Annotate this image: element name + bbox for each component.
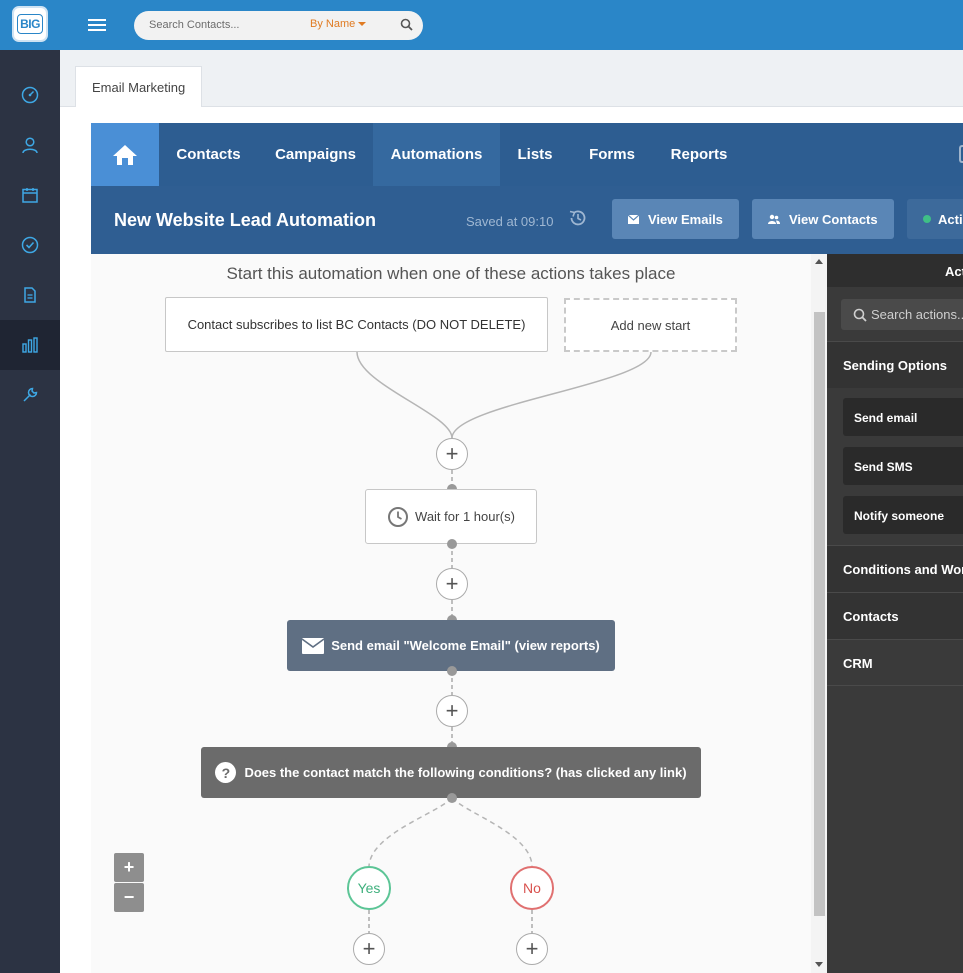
connector-dot <box>447 793 457 803</box>
sidebar-marketing[interactable] <box>0 320 60 370</box>
home-icon <box>113 144 137 165</box>
add-step-button[interactable]: + <box>436 568 468 600</box>
section-crm[interactable]: CRM <box>827 639 963 686</box>
check-circle-icon <box>21 236 39 254</box>
section-conditions-workflow[interactable]: Conditions and Wor <box>827 545 963 592</box>
tab-email-marketing[interactable]: Email Marketing <box>75 66 202 107</box>
actions-search-input[interactable]: Search actions... <box>841 299 963 330</box>
add-step-button[interactable]: + <box>436 438 468 470</box>
document-icon <box>24 287 36 303</box>
question-icon: ? <box>215 762 237 783</box>
caret-down-icon <box>358 22 367 27</box>
envelope-icon <box>628 214 639 224</box>
search-scope-dropdown[interactable]: By Name <box>310 18 367 30</box>
actions-search-placeholder: Search actions... <box>871 307 963 322</box>
no-branch[interactable]: No <box>510 866 554 910</box>
nav-overflow-icon[interactable] <box>959 145 963 163</box>
connector-dot <box>447 666 457 676</box>
wait-step-node[interactable]: Wait for 1 hour(s) <box>365 489 537 544</box>
search-scope-label: By Name <box>310 18 356 30</box>
view-contacts-label: View Contacts <box>789 211 878 227</box>
home-button[interactable] <box>91 123 159 186</box>
search-icon[interactable] <box>400 18 414 32</box>
scrollbar-thumb[interactable] <box>814 312 825 916</box>
clock-icon <box>388 506 409 527</box>
send-email-step-label: Send email "Welcome Email" (view reports… <box>331 638 600 653</box>
dashboard-icon <box>21 86 39 104</box>
add-step-no-button[interactable]: + <box>516 933 548 965</box>
active-toggle-button[interactable]: Acti <box>907 199 963 239</box>
active-status-dot <box>923 215 931 223</box>
action-send-email[interactable]: Send email <box>843 398 963 436</box>
canvas-scrollbar[interactable] <box>811 254 827 973</box>
history-icon[interactable] <box>568 208 588 233</box>
nav-reports[interactable]: Reports <box>654 123 744 186</box>
canvas-heading: Start this automation when one of these … <box>226 264 676 283</box>
users-icon <box>768 214 780 224</box>
user-icon <box>22 137 38 154</box>
wait-step-label: Wait for 1 hour(s) <box>415 509 515 524</box>
automation-header: New Website Lead Automation Saved at 09:… <box>91 186 963 254</box>
sidebar-documents[interactable] <box>0 270 60 320</box>
automation-canvas[interactable]: Start this automation when one of these … <box>91 254 811 973</box>
automation-title[interactable]: New Website Lead Automation <box>114 210 376 231</box>
action-notify-someone[interactable]: Notify someone <box>843 496 963 534</box>
nav-lists[interactable]: Lists <box>500 123 570 186</box>
zoom-out-button[interactable]: − <box>114 883 144 912</box>
envelope-icon <box>302 637 325 654</box>
search-placeholder: Search Contacts... <box>149 19 240 31</box>
add-new-start-button[interactable]: Add new start <box>564 298 737 352</box>
sidebar-contacts[interactable] <box>0 120 60 170</box>
nav-contacts[interactable]: Contacts <box>159 123 258 186</box>
start-trigger-node[interactable]: Contact subscribes to list BC Contacts (… <box>165 297 548 352</box>
sidebar-settings[interactable] <box>0 370 60 420</box>
yes-branch[interactable]: Yes <box>347 866 391 910</box>
section-sending-options[interactable]: Sending Options <box>827 341 963 388</box>
zoom-in-button[interactable]: + <box>114 853 144 882</box>
search-icon <box>853 308 867 322</box>
condition-step-node[interactable]: ? Does the contact match the following c… <box>201 747 701 798</box>
nav-campaigns[interactable]: Campaigns <box>258 123 373 186</box>
menu-toggle-icon[interactable] <box>88 16 106 34</box>
nav-forms[interactable]: Forms <box>570 123 654 186</box>
scroll-up-icon[interactable] <box>815 259 823 264</box>
view-emails-button[interactable]: View Emails <box>612 199 739 239</box>
add-step-button[interactable]: + <box>436 695 468 727</box>
bar-chart-icon <box>22 337 38 353</box>
view-emails-label: View Emails <box>648 211 723 227</box>
add-step-yes-button[interactable]: + <box>353 933 385 965</box>
left-sidebar <box>0 50 60 973</box>
app-logo[interactable]: BIG <box>12 6 48 42</box>
action-send-sms[interactable]: Send SMS <box>843 447 963 485</box>
condition-step-label: Does the contact match the following con… <box>244 765 687 780</box>
scroll-down-icon[interactable] <box>815 962 823 967</box>
marketing-nav: Contacts Campaigns Automations Lists For… <box>91 123 963 186</box>
calendar-icon <box>22 188 38 203</box>
send-email-step-node[interactable]: Send email "Welcome Email" (view reports… <box>287 620 615 671</box>
contact-search-input[interactable]: Search Contacts... By Name <box>134 11 423 40</box>
top-bar: BIG Search Contacts... By Name <box>0 0 963 50</box>
nav-automations[interactable]: Automations <box>373 123 500 186</box>
active-toggle-label: Acti <box>938 211 963 227</box>
wrench-icon <box>23 387 38 402</box>
actions-panel-header: Act <box>827 254 963 287</box>
actions-panel: Act Search actions... Sending Options Se… <box>827 254 963 973</box>
sidebar-dashboard[interactable] <box>0 70 60 120</box>
saved-status: Saved at 09:10 <box>466 214 554 229</box>
section-contacts[interactable]: Contacts <box>827 592 963 639</box>
logo-text: BIG <box>17 14 43 34</box>
flow-connectors <box>356 351 652 933</box>
actions-panel-title: Act <box>945 264 963 279</box>
view-contacts-button[interactable]: View Contacts <box>752 199 894 239</box>
connector-dot <box>447 539 457 549</box>
sidebar-tasks[interactable] <box>0 220 60 270</box>
sidebar-calendar[interactable] <box>0 170 60 220</box>
